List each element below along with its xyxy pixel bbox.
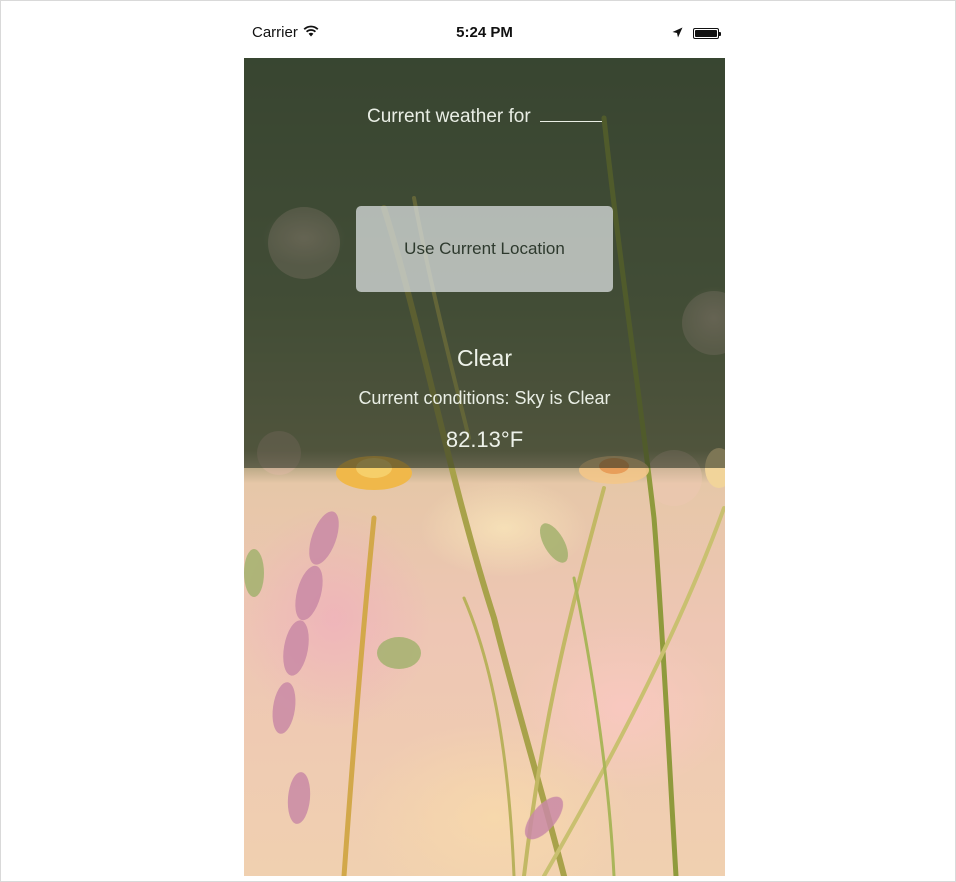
location-arrow-icon [672, 25, 683, 42]
phone-screen: Carrier 5:24 PM Current weather for Use … [244, 8, 725, 876]
location-name-field[interactable] [539, 105, 602, 122]
status-right-group [672, 25, 721, 42]
weather-heading-label: Current weather for [367, 106, 531, 127]
main-condition: Clear [457, 345, 512, 371]
status-time: 5:24 PM [456, 24, 513, 41]
screenshot-frame: Carrier 5:24 PM Current weather for Use … [0, 0, 956, 882]
conditions-description: Current conditions: Sky is Clear [358, 388, 611, 408]
temperature: 82.13°F [445, 427, 524, 452]
battery-level [695, 30, 717, 37]
battery-icon [693, 28, 721, 39]
status-bar: Carrier 5:24 PM [244, 8, 725, 58]
use-current-location-button[interactable]: Use Current Location [356, 206, 613, 292]
weather-heading: Current weather for [244, 105, 725, 128]
